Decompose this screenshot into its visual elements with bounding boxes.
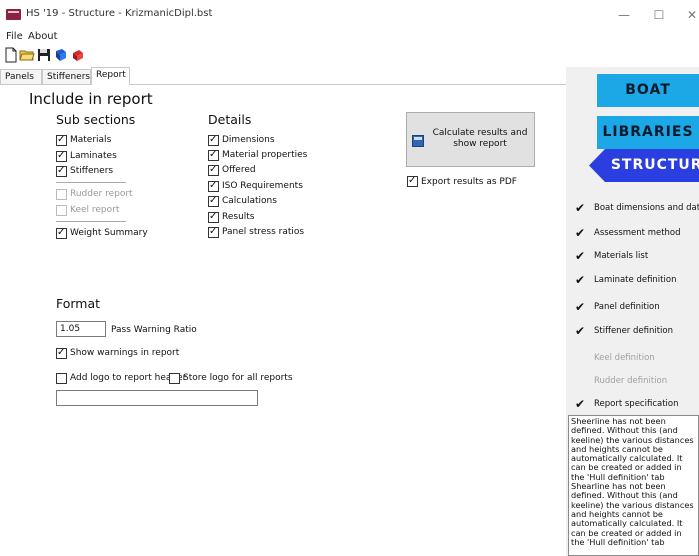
laminates-checkbox[interactable] <box>56 150 67 162</box>
material-properties-checkbox[interactable] <box>208 149 219 161</box>
results-checkbox[interactable] <box>208 211 219 223</box>
blue-book-icon[interactable] <box>53 47 69 63</box>
keel-report-checkbox[interactable] <box>56 205 67 216</box>
nav-structure-button[interactable]: STRUCTURE <box>589 149 699 182</box>
tab-strip: Panels Stiffeners Report <box>0 67 566 85</box>
logo-path-input[interactable] <box>56 390 258 406</box>
check-icon: ✔ <box>575 397 586 411</box>
panel-stress-ratios-checkbox[interactable] <box>208 226 219 238</box>
close-button[interactable]: ✕ <box>678 4 699 26</box>
store-logo-checkbox[interactable] <box>169 373 180 384</box>
calculate-results-label: Calculate results and show report <box>432 128 528 149</box>
step-stiffener-definition[interactable]: ✔ Stiffener definition <box>566 323 699 339</box>
step-label: Rudder definition <box>594 376 668 386</box>
step-label: Materials list <box>594 251 649 261</box>
new-document-icon[interactable] <box>3 47 19 63</box>
nav-structure-label: STRUCTURE <box>610 157 699 173</box>
step-rudder-definition[interactable]: Rudder definition <box>566 373 699 389</box>
separator <box>56 221 126 222</box>
step-assessment-method[interactable]: ✔ Assessment method <box>566 225 699 241</box>
offered-label: Offered <box>222 165 256 175</box>
include-in-report-heading: Include in report <box>29 90 153 108</box>
weight-summary-label: Weight Summary <box>70 228 148 238</box>
stiffeners-checkbox[interactable] <box>56 165 67 177</box>
menu-file[interactable]: File <box>6 31 23 42</box>
iso-requirements-checkbox[interactable] <box>208 180 219 192</box>
nav-boat-button[interactable]: BOAT <box>597 74 699 107</box>
step-label: Stiffener definition <box>594 326 673 336</box>
step-label: Assessment method <box>594 228 681 238</box>
step-label: Report specification <box>594 399 679 409</box>
menu-about[interactable]: About <box>28 31 58 42</box>
nav-libraries-button[interactable]: LIBRARIES <box>597 116 699 149</box>
title-bar: HS '19 - Structure - KrizmanicDipl.bst —… <box>0 0 699 30</box>
export-pdf-label: Export results as PDF <box>421 177 517 187</box>
minimize-button[interactable]: — <box>610 4 638 26</box>
step-laminate-definition[interactable]: ✔ Laminate definition <box>566 272 699 288</box>
step-label: Panel definition <box>594 302 660 312</box>
navigation-panel: BOAT LIBRARIES STRUCTURE ✔ Boat dimensio… <box>566 67 699 556</box>
check-icon: ✔ <box>575 324 586 338</box>
details-heading: Details <box>208 112 252 127</box>
tab-panels[interactable]: Panels <box>0 69 42 84</box>
window-title: HS '19 - Structure - KrizmanicDipl.bst <box>26 8 213 19</box>
tab-report[interactable]: Report <box>91 67 130 85</box>
export-pdf-checkbox[interactable] <box>407 175 418 187</box>
red-book-icon[interactable] <box>70 47 86 63</box>
pass-warning-ratio-input[interactable]: 1.05 <box>56 321 106 337</box>
check-icon: ✔ <box>575 300 586 314</box>
step-boat-dimensions[interactable]: ✔ Boat dimensions and data <box>566 200 699 216</box>
separator <box>56 182 126 183</box>
step-materials-list[interactable]: ✔ Materials list <box>566 248 699 264</box>
menu-bar: File About <box>0 30 699 46</box>
check-icon: ✔ <box>575 249 586 263</box>
offered-checkbox[interactable] <box>208 164 219 176</box>
step-keel-definition[interactable]: Keel definition <box>566 350 699 366</box>
calculations-label: Calculations <box>222 196 277 206</box>
material-properties-label: Material properties <box>222 150 308 160</box>
results-label: Results <box>222 212 255 222</box>
step-report-specification[interactable]: ✔ Report specification <box>566 396 699 412</box>
show-warnings-label: Show warnings in report <box>70 348 180 358</box>
show-warnings-checkbox[interactable] <box>56 347 67 359</box>
step-label: Laminate definition <box>594 275 677 285</box>
warning-message-box[interactable]: Sheerline has not been defined. Without … <box>568 415 699 556</box>
step-label: Boat dimensions and data <box>594 203 699 213</box>
panel-stress-ratios-label: Panel stress ratios <box>222 227 305 237</box>
pass-warning-ratio-label: Pass Warning Ratio <box>111 325 197 335</box>
stiffeners-label: Stiffeners <box>70 166 114 176</box>
materials-checkbox[interactable] <box>56 134 67 146</box>
tab-stiffeners[interactable]: Stiffeners <box>42 69 91 84</box>
calculate-results-button[interactable]: Calculate results and show report <box>406 112 535 167</box>
toolbar <box>0 47 699 65</box>
check-icon: ✔ <box>575 201 586 215</box>
format-heading: Format <box>56 296 101 311</box>
step-label: Keel definition <box>594 353 655 363</box>
step-panel-definition[interactable]: ✔ Panel definition <box>566 299 699 315</box>
sub-sections-heading: Sub sections <box>56 112 136 127</box>
materials-label: Materials <box>70 135 112 145</box>
rudder-report-checkbox[interactable] <box>56 189 67 200</box>
calculator-icon <box>412 135 424 147</box>
add-logo-checkbox[interactable] <box>56 373 67 384</box>
dimensions-label: Dimensions <box>222 135 275 145</box>
app-icon <box>6 9 21 20</box>
iso-requirements-label: ISO Requirements <box>222 181 303 191</box>
save-icon[interactable] <box>36 47 52 63</box>
keel-report-label: Keel report <box>70 205 120 215</box>
store-logo-label: Store logo for all reports <box>183 373 293 383</box>
rudder-report-label: Rudder report <box>70 189 133 199</box>
weight-summary-checkbox[interactable] <box>56 227 67 239</box>
check-icon: ✔ <box>575 273 586 287</box>
calculations-checkbox[interactable] <box>208 195 219 207</box>
dimensions-checkbox[interactable] <box>208 134 219 146</box>
laminates-label: Laminates <box>70 151 117 161</box>
open-folder-icon[interactable] <box>19 47 35 63</box>
check-icon: ✔ <box>575 226 586 240</box>
maximize-button[interactable]: ☐ <box>645 4 673 26</box>
